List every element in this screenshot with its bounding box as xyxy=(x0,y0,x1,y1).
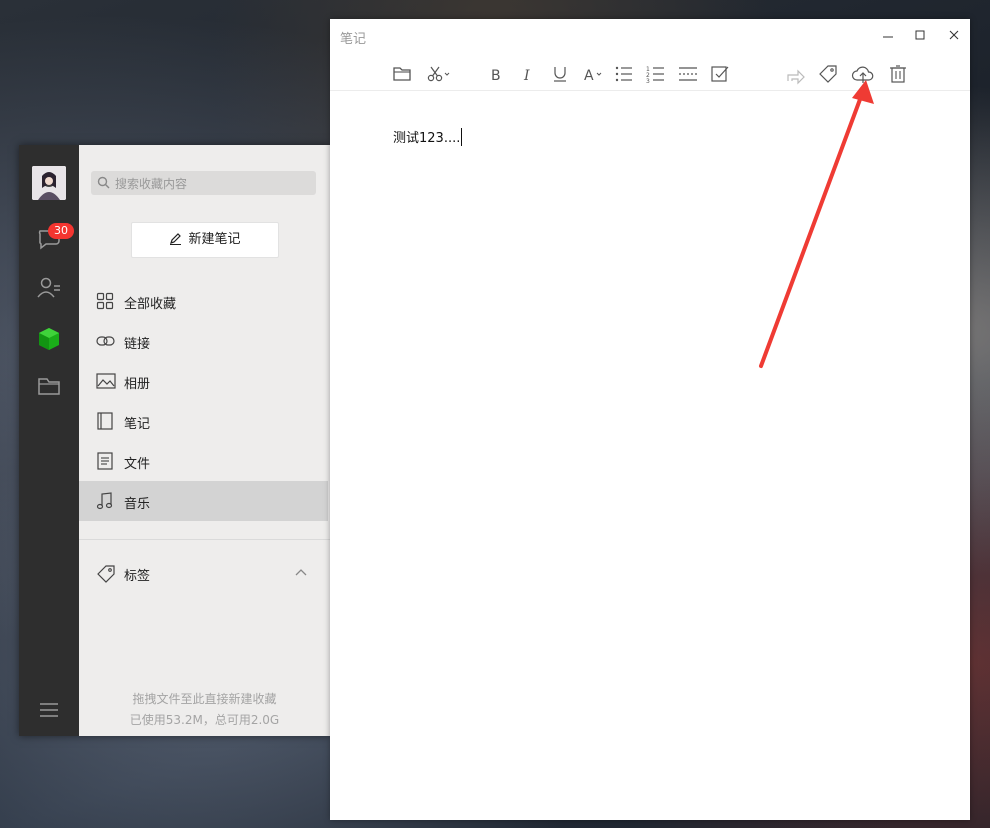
image-icon xyxy=(96,373,116,389)
search-icon xyxy=(97,176,110,189)
note-editor-window: 笔记 B I A 1 2 3 测试123.... xyxy=(330,19,970,820)
category-label: 全部收藏 xyxy=(124,297,177,312)
new-note-button[interactable]: 新建笔记 xyxy=(131,222,279,258)
underline-icon[interactable] xyxy=(549,63,571,85)
document-icon xyxy=(97,452,113,470)
category-files[interactable]: 文件 xyxy=(79,441,328,481)
share-icon[interactable] xyxy=(785,63,807,85)
menu-icon[interactable] xyxy=(39,702,59,718)
notebook-icon xyxy=(97,412,113,430)
category-label: 音乐 xyxy=(124,497,151,512)
cloud-upload-icon[interactable] xyxy=(851,63,875,85)
bullet-list-icon[interactable] xyxy=(613,63,635,85)
folder-icon[interactable] xyxy=(391,63,413,85)
category-music[interactable]: 音乐 xyxy=(79,481,328,521)
contacts-icon[interactable] xyxy=(35,274,63,302)
category-label: 笔记 xyxy=(124,417,151,432)
search-input[interactable]: 搜索收藏内容 xyxy=(91,171,316,195)
favorites-window: 30 搜索收藏内容 新建笔记 全部收藏 链接 相册 笔记 文件 音乐 标签 拖拽… xyxy=(19,145,330,736)
toolbar-separator xyxy=(330,90,970,91)
svg-text:I: I xyxy=(523,68,530,84)
divider xyxy=(79,539,330,540)
pencil-icon xyxy=(170,233,182,245)
trash-icon[interactable] xyxy=(887,63,909,85)
category-all[interactable]: 全部收藏 xyxy=(79,281,328,321)
category-label: 相册 xyxy=(124,377,151,392)
italic-icon[interactable]: I xyxy=(517,63,539,85)
bold-icon[interactable]: B xyxy=(485,63,507,85)
minimize-icon[interactable] xyxy=(880,27,896,43)
grid-icon xyxy=(96,292,114,310)
divider-icon[interactable] xyxy=(677,63,699,85)
category-links[interactable]: 链接 xyxy=(79,321,328,361)
drop-hint: 拖拽文件至此直接新建收藏 xyxy=(132,692,277,706)
category-notes[interactable]: 笔记 xyxy=(79,401,328,441)
note-editor-area[interactable]: 测试123.... xyxy=(393,127,463,146)
new-note-label: 新建笔记 xyxy=(188,232,241,247)
svg-text:B: B xyxy=(491,68,501,84)
avatar[interactable] xyxy=(32,166,66,200)
text-cursor xyxy=(461,128,463,146)
svg-text:A: A xyxy=(584,68,594,84)
checkbox-icon[interactable] xyxy=(709,63,731,85)
numbered-list-icon[interactable]: 1 2 3 xyxy=(645,63,667,85)
search-placeholder: 搜索收藏内容 xyxy=(115,177,188,191)
chevron-up-icon[interactable] xyxy=(295,568,307,576)
note-text: 测试123.... xyxy=(393,131,461,146)
folder-icon[interactable] xyxy=(35,372,63,400)
svg-text:3: 3 xyxy=(646,78,650,85)
maximize-icon[interactable] xyxy=(912,27,928,43)
favorites-panel: 搜索收藏内容 新建笔记 全部收藏 链接 相册 笔记 文件 音乐 标签 拖拽文件至… xyxy=(79,145,330,736)
tags-section[interactable]: 标签 xyxy=(79,553,328,593)
font-color-icon[interactable]: A xyxy=(582,63,608,85)
window-title: 笔记 xyxy=(340,32,367,47)
tags-label: 标签 xyxy=(124,569,151,584)
category-albums[interactable]: 相册 xyxy=(79,361,328,401)
category-label: 链接 xyxy=(124,337,151,352)
unread-badge: 30 xyxy=(48,223,74,239)
favorites-cube-icon[interactable] xyxy=(35,325,63,353)
link-icon xyxy=(96,336,115,346)
music-icon xyxy=(96,492,113,510)
category-label: 文件 xyxy=(124,457,151,472)
storage-usage: 已使用53.2M，总可用2.0G xyxy=(129,713,280,727)
close-icon[interactable] xyxy=(946,27,962,43)
sidebar-iconbar: 30 xyxy=(19,145,79,736)
tag-icon xyxy=(97,565,115,583)
scissors-icon[interactable] xyxy=(425,63,451,85)
editor-toolbar: B I A 1 2 3 xyxy=(330,59,970,89)
tag-icon[interactable] xyxy=(817,63,839,85)
